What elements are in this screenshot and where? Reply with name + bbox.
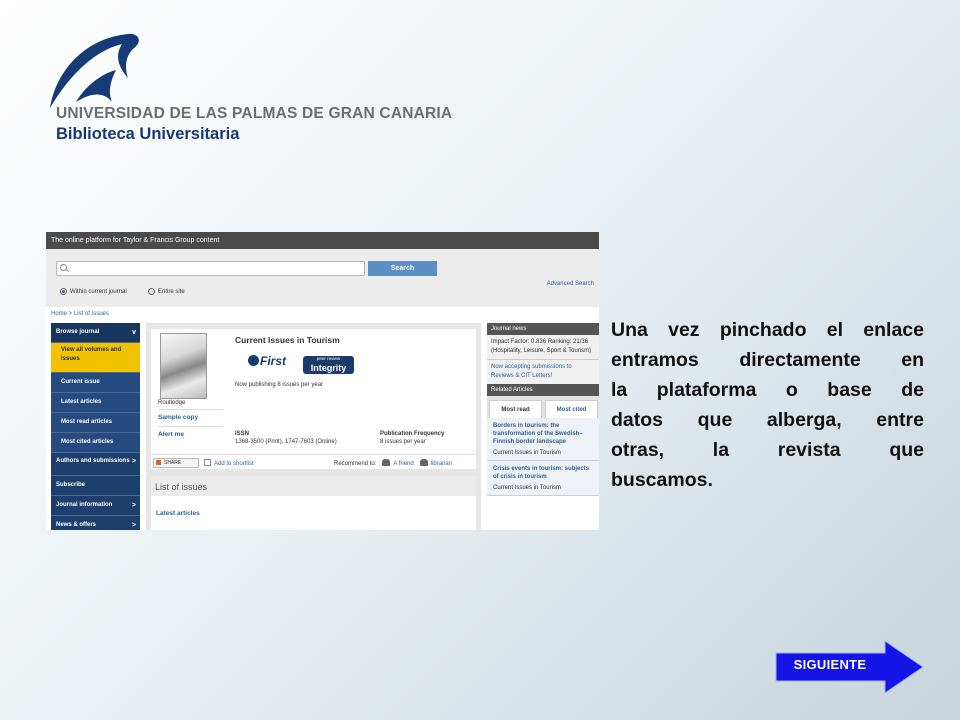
- nav-latest-articles[interactable]: Latest articles: [51, 393, 140, 413]
- chevron-right-icon: >: [131, 502, 136, 509]
- description-line: otras, la revista que: [611, 439, 924, 461]
- nav-browse-label: Browse journal: [56, 329, 100, 335]
- description-line: Una vez pinchado el enlace: [611, 319, 924, 341]
- related-tabs: Most read Most cited: [487, 396, 599, 418]
- publishing-note: Now publishing 8 issues per year: [235, 382, 324, 388]
- shortlist-icon: [204, 459, 211, 466]
- nav-view-all-issues[interactable]: View all volumes and issues: [51, 343, 140, 373]
- related-article-journal: Current Issues in Tourism: [493, 450, 561, 456]
- impact-factor-text: Impact Factor: 0.836 Ranking: 21/36 (Hos…: [487, 335, 599, 360]
- advanced-search-link[interactable]: Advanced Search: [547, 281, 594, 287]
- search-icon: [60, 264, 67, 271]
- issn-label: ISSN: [235, 431, 250, 437]
- description-line: datos que alberga, entre: [611, 409, 924, 431]
- integrity-label: Integrity: [310, 363, 347, 373]
- nav-browse-journal[interactable]: Browse journal v: [51, 323, 140, 343]
- frequency-value: 8 issues per year: [380, 439, 426, 445]
- platform-topbar: The online platform for Taylor & Francis…: [46, 232, 599, 249]
- nav-news-label: News & offers: [56, 522, 97, 528]
- recommend-librarian-link[interactable]: librarian: [431, 461, 452, 467]
- description-line: buscamos.: [611, 469, 713, 491]
- radio-icon: [148, 288, 155, 295]
- nav-most-read[interactable]: Most read articles: [51, 413, 140, 433]
- nav-subscribe[interactable]: Subscribe: [51, 476, 140, 496]
- nav-current-issue[interactable]: Current issue: [51, 373, 140, 393]
- journal-nav: Browse journal v View all volumes and iss…: [51, 323, 140, 530]
- journal-news-header: Journal news: [487, 323, 599, 335]
- search-area: Search Within current journal Entire sit…: [46, 249, 599, 307]
- recommend-friend-link[interactable]: A friend: [393, 461, 413, 467]
- related-articles-header: Related Articles: [487, 384, 599, 396]
- journal-title: Current Issues in Tourism: [235, 335, 340, 345]
- person-icon: [382, 459, 391, 466]
- integrity-logo: peer review Integrity: [303, 356, 354, 374]
- ifirst-label: First: [260, 354, 287, 368]
- description-line: la plataforma o base de: [611, 379, 924, 401]
- search-button[interactable]: Search: [368, 261, 437, 276]
- share-button[interactable]: SHARE: [153, 458, 199, 468]
- add-to-shortlist-link[interactable]: Add to shortlist: [204, 459, 254, 467]
- publisher-name: Routledge: [158, 400, 186, 406]
- nav-news-offers[interactable]: News & offers >: [51, 516, 140, 530]
- breadcrumb: Home > List of Issues: [51, 311, 109, 317]
- search-input[interactable]: [56, 261, 365, 276]
- right-sidebar: Journal news Impact Factor: 0.836 Rankin…: [487, 323, 599, 530]
- ifirst-icon: [248, 355, 259, 366]
- frequency-label: Publication Frequency: [380, 431, 445, 437]
- share-label: SHARE: [164, 460, 182, 466]
- card-actions: SHARE Add to shortlist Recommend to: A fr…: [151, 454, 476, 470]
- nav-journal-information[interactable]: Journal information >: [51, 496, 140, 516]
- nav-authors-submissions[interactable]: Authors and submissions >: [51, 453, 140, 476]
- recommend-to: Recommend to: A friend librarian: [334, 459, 452, 467]
- platform-screenshot: The online platform for Taylor & Francis…: [46, 232, 599, 530]
- tab-most-read[interactable]: Most read: [489, 400, 542, 418]
- related-article-item[interactable]: Crisis events in tourism: subjects of cr…: [487, 461, 599, 496]
- scope-radio-site[interactable]: Entire site: [148, 288, 185, 295]
- related-article-journal: Current Issues in Tourism: [493, 485, 561, 491]
- person-icon: [419, 459, 428, 466]
- description-text: Una vez pinchado el enlace entramos dire…: [611, 315, 924, 495]
- journal-card: Routledge Sample copy Alert me Current I…: [151, 329, 476, 469]
- chevron-right-icon: >: [131, 458, 136, 465]
- chevron-down-icon: v: [132, 329, 136, 336]
- related-article-title: Crisis events in tourism: subjects of cr…: [493, 466, 590, 480]
- ifirst-logo: First: [248, 354, 286, 368]
- scope-label-site: Entire site: [158, 289, 185, 296]
- shortlist-label: Add to shortlist: [214, 461, 254, 467]
- journal-content: Routledge Sample copy Alert me Current I…: [146, 323, 481, 530]
- siguiente-button[interactable]: SIGUIENTE: [775, 640, 925, 694]
- recommend-label: Recommend to:: [334, 461, 377, 467]
- scope-label-journal: Within current journal: [70, 289, 127, 296]
- radio-selected-icon: [60, 288, 67, 295]
- tab-most-cited[interactable]: Most cited: [545, 400, 598, 418]
- issn-value: 1368-3500 (Print), 1747-7603 (Online): [235, 439, 337, 445]
- related-article-item[interactable]: Borders in tourism: the transformation o…: [487, 418, 599, 461]
- journal-cover-image[interactable]: [160, 333, 207, 399]
- ulpgc-logo-icon: [50, 33, 139, 108]
- submissions-news-link[interactable]: Now accepting submissions to Reviews & C…: [487, 360, 599, 384]
- latest-articles-link[interactable]: Latest articles: [156, 510, 200, 517]
- breadcrumb-current: List of Issues: [73, 311, 109, 317]
- breadcrumb-home[interactable]: Home: [51, 311, 67, 317]
- siguiente-label: SIGUIENTE: [793, 657, 867, 672]
- chevron-right-icon: >: [131, 522, 136, 529]
- nav-journal-info-label: Journal information: [56, 502, 113, 508]
- breadcrumb-separator: >: [67, 311, 74, 317]
- divider: [158, 426, 223, 427]
- scope-radio-journal[interactable]: Within current journal: [60, 288, 127, 295]
- list-of-issues-header: List of issues: [151, 476, 476, 496]
- university-name: UNIVERSIDAD DE LAS PALMAS DE GRAN CANARI…: [56, 105, 453, 122]
- alert-me-link[interactable]: Alert me: [158, 431, 184, 438]
- sample-copy-link[interactable]: Sample copy: [158, 414, 198, 421]
- integrity-small-label: peer review: [316, 356, 341, 361]
- list-of-issues: List of issues Latest articles: [151, 476, 476, 530]
- description-line: entramos directamente en: [611, 349, 924, 371]
- nav-most-cited[interactable]: Most cited articles: [51, 433, 140, 453]
- nav-authors-label: Authors and submissions: [56, 458, 130, 464]
- divider: [158, 409, 223, 410]
- library-name: Biblioteca Universitaria: [56, 125, 240, 143]
- share-icon: [156, 460, 161, 465]
- related-article-title: Borders in tourism: the transformation o…: [493, 423, 583, 445]
